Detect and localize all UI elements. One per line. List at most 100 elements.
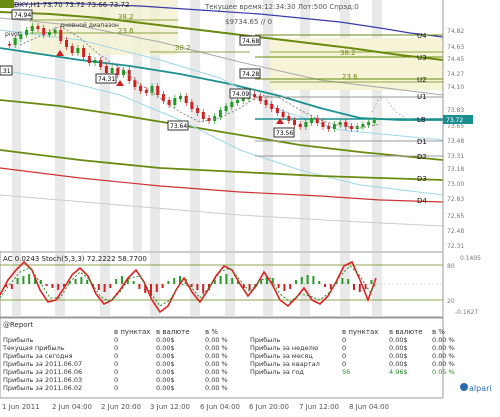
main-chart-panel[interactable]: 74.94 74.31 74.68 74.28 74.09 73.64 73.5…: [0, 0, 444, 251]
ac-bar: [347, 279, 350, 284]
ac-bar: [132, 281, 135, 284]
report-cell: 0.00 %: [432, 352, 455, 360]
ac-bar: [97, 284, 100, 290]
price-axis: 74.82 74.63 74.45 74.27 74.10 73.83 73.65 73.48…: [442, 0, 500, 251]
candle-body: [236, 100, 239, 103]
candle-body: [144, 90, 148, 93]
svg-text:LB: LB: [417, 116, 426, 124]
candle-body: [304, 122, 308, 127]
candle-body: [110, 68, 114, 73]
candle-body: [87, 56, 91, 63]
candle-body: [156, 86, 160, 95]
price-tick: 73.31: [447, 153, 464, 160]
candle-body: [213, 116, 217, 121]
chart-canvas: 74.94 74.31 74.68 74.28 74.09 73.64 73.5…: [0, 0, 500, 413]
candle-body: [70, 46, 74, 53]
svg-text:U4: U4: [417, 32, 427, 40]
report-cell: 0.00$: [156, 384, 175, 392]
time-axis: 1 Jun 2011 2 Jun 04:00 2 Jun 20:00 3 Jun…: [0, 397, 500, 413]
price-tick: 73.83: [447, 107, 464, 114]
svg-text:0.1405: 0.1405: [460, 255, 481, 262]
svg-text:74.68: 74.68: [242, 38, 259, 45]
report-cell: 0.00 %: [205, 368, 228, 376]
svg-text:73.56: 73.56: [276, 130, 293, 137]
price-tick: 74.45: [447, 56, 464, 63]
svg-text:в валюте: в валюте: [389, 328, 423, 336]
report-cell: Прибыль за сегодня: [3, 352, 73, 360]
price-box-7: 73.56: [273, 127, 295, 138]
trading-chart-window: 74.94 74.31 74.68 74.28 74.09 73.64 73.5…: [0, 0, 500, 413]
alpari-logo-text: alpari: [469, 384, 492, 393]
ac-bar: [74, 279, 77, 284]
price-tick: 74.63: [447, 44, 464, 51]
price-box-6: 73.64: [167, 120, 189, 131]
svg-text:1 Jun 2011: 1 Jun 2011: [2, 403, 40, 411]
svg-text:38.2: 38.2: [118, 13, 134, 21]
svg-text:в пунктах: в пунктах: [114, 328, 150, 336]
symbol-marker: [0, 0, 14, 8]
indicator-panel[interactable]: AC 0.0243 Stoch(5,3,3) 72.2222 58.7700 8…: [0, 251, 481, 318]
candle-body: [367, 122, 371, 125]
svg-text:20: 20: [447, 298, 455, 305]
report-cell: Прибыль: [3, 336, 34, 344]
ac-bar: [295, 280, 297, 284]
svg-text:D3: D3: [417, 175, 427, 183]
candle-body: [258, 96, 262, 101]
svg-text:38.2: 38.2: [340, 49, 356, 57]
report-cell: 0: [114, 352, 118, 360]
candle-body: [321, 122, 325, 127]
candle-body: [218, 110, 222, 117]
price-tick: 72.83: [447, 196, 464, 203]
svg-text:.31: .31: [1, 68, 11, 75]
candle-body: [173, 98, 177, 105]
price-box-2: 74.31: [95, 73, 117, 84]
report-cell: 0: [114, 384, 118, 392]
ac-bar: [138, 284, 141, 289]
svg-text:7 Jun 12:00: 7 Jun 12:00: [299, 403, 339, 411]
report-cell: 0: [114, 336, 118, 344]
candle-body: [36, 26, 40, 29]
candle-body: [327, 126, 331, 129]
ac-bar: [16, 278, 19, 284]
ac-bar: [300, 277, 303, 284]
candle-body: [8, 44, 11, 46]
ac-bar: [196, 284, 199, 290]
report-cell: 0.05 %: [432, 368, 455, 376]
price-tick: 72.65: [447, 213, 464, 220]
report-title: @Report: [3, 321, 33, 329]
price-tick: 73.48: [447, 138, 464, 145]
report-cell: Прибыль за год: [250, 368, 304, 376]
ac-bar: [353, 284, 355, 290]
report-cell: 0.00$: [156, 376, 175, 384]
svg-text:8 Jun 04:00: 8 Jun 04:00: [349, 403, 389, 411]
candle-body: [179, 96, 182, 99]
candle-body: [161, 94, 165, 101]
report-cell: 0.00 %: [205, 344, 228, 352]
svg-text:2 Jun 20:00: 2 Jun 20:00: [101, 403, 141, 411]
ac-bar: [161, 284, 164, 288]
candle-body: [264, 100, 268, 105]
candle-body: [133, 80, 137, 87]
svg-text:в %: в %: [432, 328, 445, 336]
svg-text:3 Jun 12:00: 3 Jun 12:00: [150, 403, 190, 411]
report-cell: 0: [114, 376, 118, 384]
deposit-text: $9734.65 // 0: [225, 18, 272, 26]
report-cell: 0.00 %: [432, 336, 455, 344]
ac-bar: [358, 284, 361, 292]
report-cell: Прибыль: [250, 336, 281, 344]
report-cell: 0: [114, 360, 118, 368]
range-label: дневной диапазон: [60, 22, 119, 29]
svg-text:D4: D4: [417, 197, 427, 205]
report-cell: 56: [342, 368, 350, 376]
candle-body: [372, 120, 376, 123]
svg-text:-0.1627: -0.1627: [455, 309, 478, 316]
price-box-3: 74.68: [239, 35, 261, 46]
symbol-line: DXY,H1 73.70 73.72 73.66 73.72: [14, 1, 129, 9]
ac-bar: [167, 281, 170, 284]
candle-body: [287, 116, 291, 121]
candle-body: [310, 118, 314, 123]
candle-body: [53, 30, 57, 33]
price-tick: 74.27: [447, 71, 464, 78]
candle-body: [167, 100, 171, 105]
svg-text:23.6: 23.6: [342, 73, 358, 81]
